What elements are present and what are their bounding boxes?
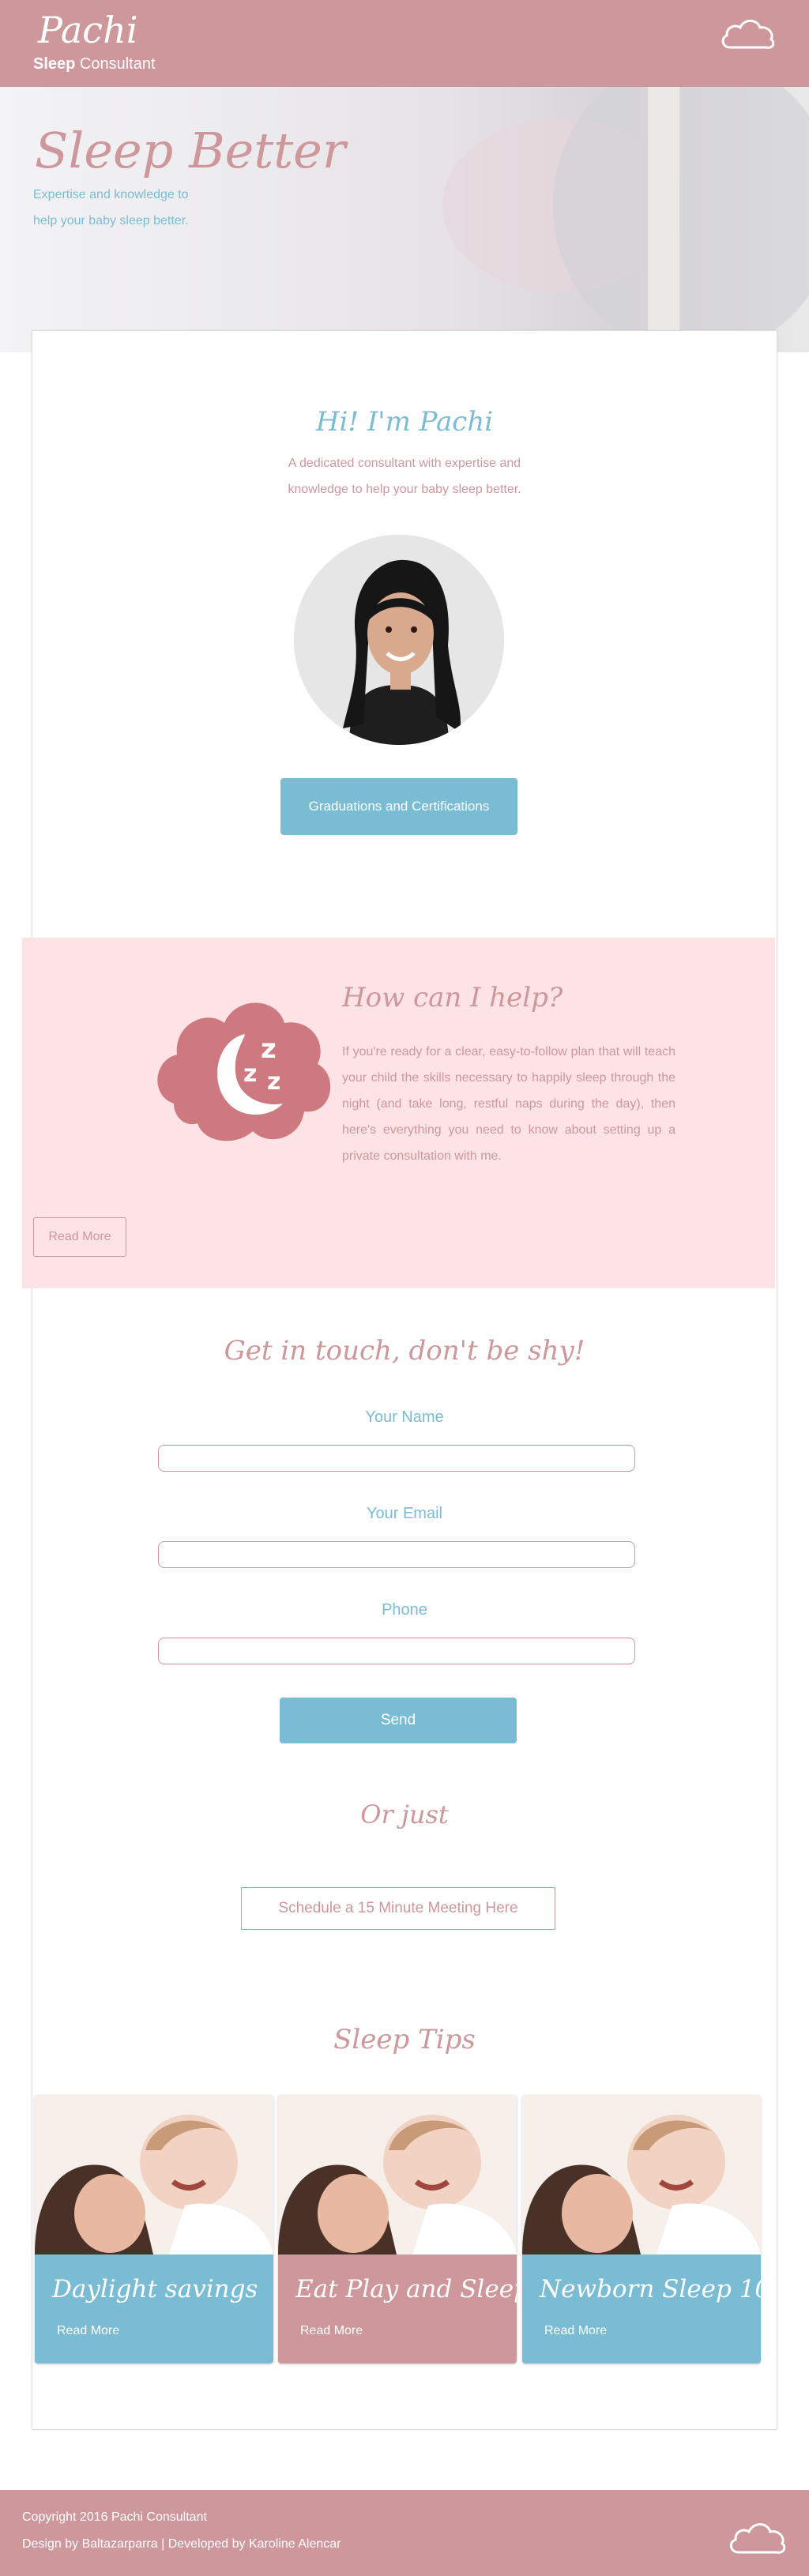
tip-title[interactable]: Daylight savings	[52, 2275, 258, 2303]
email-input[interactable]	[158, 1541, 635, 1568]
mother-baby-photo	[35, 2095, 273, 2254]
send-button[interactable]: Send	[280, 1698, 517, 1743]
phone-input[interactable]	[158, 1638, 635, 1664]
email-label: Your Email	[367, 1505, 442, 1522]
tip-photo	[522, 2095, 761, 2254]
help-title: How can I help?	[342, 982, 563, 1013]
tagline-bold: Sleep	[33, 55, 76, 73]
credits-text: Design by Baltazarparra | Developed by K…	[22, 2537, 341, 2552]
intro-text: A dedicated consultant with expertise an…	[0, 450, 809, 502]
certifications-button[interactable]: Graduations and Certifications	[280, 778, 517, 835]
phone-label: Phone	[382, 1601, 427, 1619]
name-label: Your Name	[365, 1408, 444, 1426]
or-just-heading: Or just	[360, 1799, 449, 1830]
svg-text:z: z	[267, 1068, 280, 1096]
designer-link[interactable]: Baltazarparra	[82, 2537, 158, 2551]
svg-text:z: z	[243, 1060, 257, 1088]
copyright-text: Copyright 2016 Pachi Consultant	[22, 2510, 207, 2524]
tip-card[interactable]: Eat Play and Sleep Read More	[278, 2095, 517, 2364]
tip-photo	[35, 2095, 273, 2254]
tip-read-more-link[interactable]: Read More	[300, 2324, 363, 2338]
intro-title: Hi! I'm Pachi	[315, 406, 494, 438]
brand-logo[interactable]: Pachi	[38, 9, 137, 51]
tip-card[interactable]: Newborn Sleep 101 Read More	[522, 2095, 761, 2364]
help-text: If you're ready for a clear, easy-to-fol…	[342, 1045, 675, 1163]
mother-baby-photo	[522, 2095, 761, 2254]
hero-banner: Sleep Better Expertise and knowledge to …	[0, 87, 809, 352]
avatar	[294, 535, 504, 745]
sleep-cloud-icon: z z z	[157, 1002, 331, 1141]
schedule-meeting-button[interactable]: Schedule a 15 Minute Meeting Here	[241, 1887, 555, 1930]
help-read-more-button[interactable]: Read More	[33, 1217, 126, 1257]
tips-title: Sleep Tips	[333, 2024, 476, 2055]
intro-text-line2: knowledge to help your baby sleep better…	[288, 483, 521, 496]
site-header: Pachi Sleep Consultant	[0, 0, 809, 87]
hero-title: Sleep Better	[35, 122, 346, 179]
developer-link[interactable]: Karoline Alencar	[249, 2537, 341, 2551]
tip-title[interactable]: Eat Play and Sleep	[295, 2275, 517, 2303]
tip-panel: Eat Play and Sleep Read More	[278, 2254, 517, 2364]
cloud-icon	[729, 2523, 786, 2554]
cloud-icon	[721, 19, 775, 49]
intro-text-line1: A dedicated consultant with expertise an…	[288, 457, 521, 470]
hero-subtitle: Expertise and knowledge to help your bab…	[33, 188, 189, 228]
mother-baby-photo	[278, 2095, 517, 2254]
hero-image-knit-hat	[553, 87, 809, 352]
portrait-icon	[294, 535, 504, 745]
tip-photo	[278, 2095, 517, 2254]
tip-panel: Newborn Sleep 101 Read More	[522, 2254, 761, 2364]
credits-design-prefix: Design by	[22, 2537, 82, 2551]
tip-card[interactable]: Daylight savings Read More	[35, 2095, 273, 2364]
site-footer: Copyright 2016 Pachi Consultant Design b…	[0, 2490, 809, 2576]
tip-panel: Daylight savings Read More	[35, 2254, 273, 2364]
name-input[interactable]	[158, 1445, 635, 1472]
tip-read-more-link[interactable]: Read More	[544, 2324, 607, 2338]
brand-tagline: Sleep Consultant	[33, 55, 156, 73]
credits-separator: | Developed by	[157, 2537, 249, 2551]
help-section: z z z How can I help? If you're ready fo…	[22, 938, 775, 1288]
hero-image-stripe	[648, 87, 679, 348]
tagline-rest: Consultant	[75, 55, 156, 73]
contact-title: Get in touch, don't be shy!	[224, 1335, 585, 1367]
svg-text:z: z	[261, 1033, 277, 1065]
tip-title[interactable]: Newborn Sleep 101	[540, 2275, 761, 2303]
tip-read-more-link[interactable]: Read More	[57, 2324, 119, 2338]
